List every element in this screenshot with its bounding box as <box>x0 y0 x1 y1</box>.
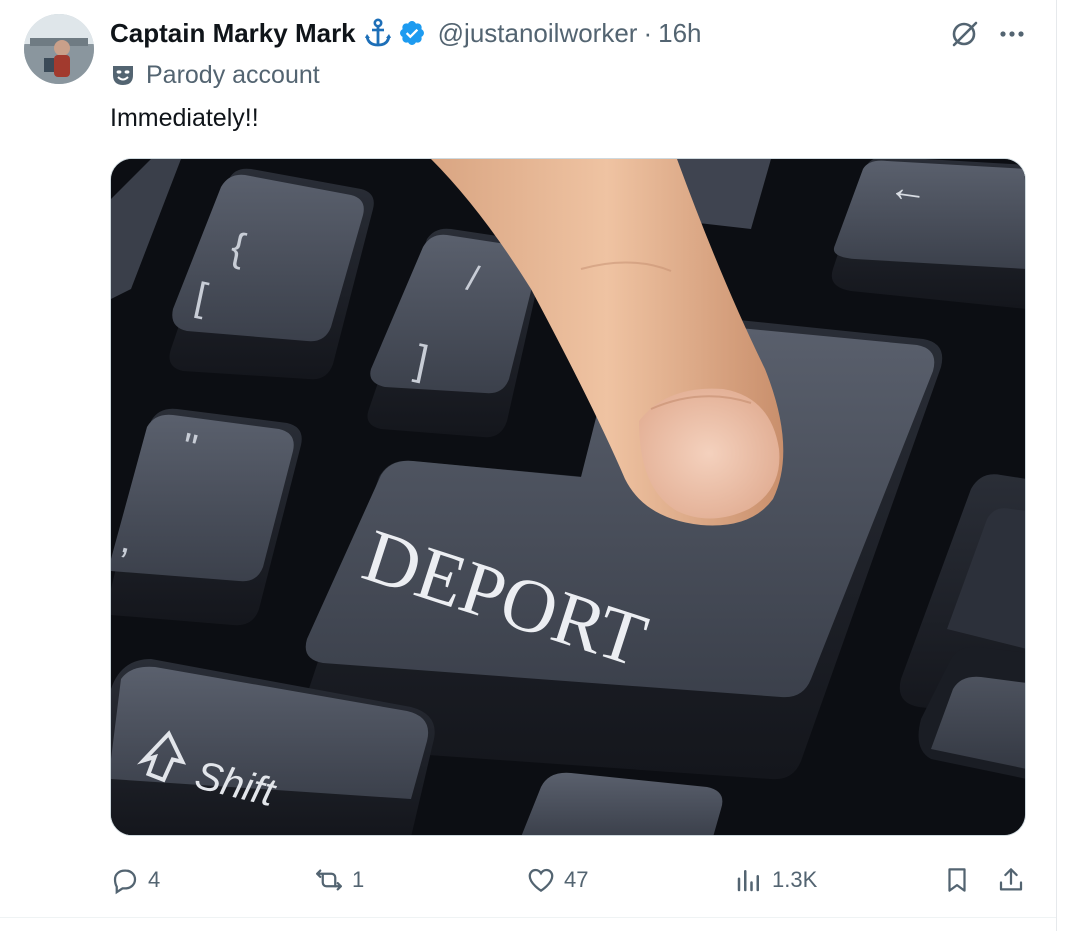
reply-button[interactable]: 4 <box>110 860 160 900</box>
tweet-media-image[interactable]: { [ / ] ← " , DEPORT Shift <box>110 158 1026 836</box>
like-button[interactable]: 47 <box>526 860 588 900</box>
views-button[interactable]: 1.3K <box>734 860 817 900</box>
repost-button[interactable]: 1 <box>314 860 364 900</box>
more-dots-icon[interactable] <box>994 16 1030 52</box>
author-handle[interactable]: @justanoilworker <box>438 18 638 49</box>
view-count: 1.3K <box>772 867 818 892</box>
bookmark-button[interactable] <box>942 860 972 900</box>
like-count: 47 <box>564 867 589 892</box>
repost-count: 1 <box>352 867 365 892</box>
verified-badge-icon[interactable] <box>398 19 426 47</box>
tweet-card[interactable]: Captain Marky Mark @justanoilworker · 16… <box>0 0 1056 918</box>
parody-label-text: Parody account <box>146 60 320 89</box>
tweet-actions: 4 1 47 1.3K <box>110 860 1038 900</box>
share-button[interactable] <box>996 860 1026 900</box>
upload-arrow-icon <box>999 868 1023 891</box>
tweet-header: Captain Marky Mark @justanoilworker · 16… <box>110 15 702 51</box>
reply-count: 4 <box>148 867 161 892</box>
tweet-text: Immediately!! <box>110 104 259 132</box>
anchor-icon <box>364 18 392 48</box>
theater-mask-icon <box>110 62 136 88</box>
grok-slash-icon[interactable] <box>946 16 982 52</box>
parody-label: Parody account <box>110 58 320 92</box>
separator-dot: · <box>643 17 653 48</box>
keyboard-photo: { [ / ] ← " , DEPORT Shift <box>111 159 1025 835</box>
bookmark-icon <box>948 868 966 892</box>
timeline-border <box>1056 0 1057 931</box>
avatar-image <box>24 14 94 84</box>
backspace-arrow-label: ← <box>886 164 932 213</box>
speech-bubble-icon <box>113 869 137 895</box>
tweet-divider <box>0 917 1056 918</box>
timestamp[interactable]: 16h <box>658 18 701 49</box>
display-name[interactable]: Captain Marky Mark <box>110 18 356 49</box>
heart-icon <box>528 868 554 892</box>
repost-arrows-icon <box>316 869 342 891</box>
bar-chart-icon <box>737 870 759 892</box>
avatar[interactable] <box>24 14 94 84</box>
